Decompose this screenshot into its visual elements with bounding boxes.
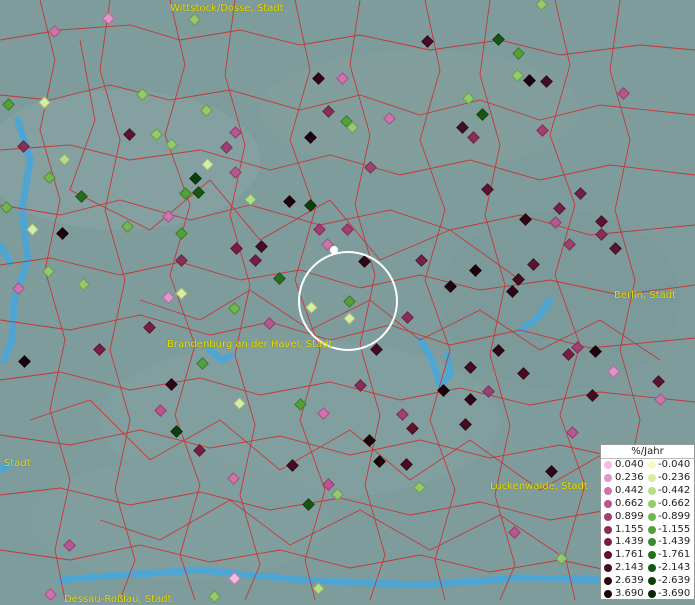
legend-label-negative: -3.690 xyxy=(658,588,691,599)
legend-row: 1.439 -1.439 xyxy=(601,536,695,548)
legend-swatch-negative xyxy=(648,525,656,534)
legend-label-positive: 1.439 xyxy=(615,536,644,548)
legend-label-positive: 0.236 xyxy=(615,471,644,483)
legend-row: 0.662 -0.662 xyxy=(601,498,695,510)
legend-label-positive: 0.899 xyxy=(615,510,644,522)
city-label-brandenburg: Brandenburg an der Havel, Stadt xyxy=(167,339,333,350)
legend-label-negative: -1.439 xyxy=(658,536,691,548)
legend-swatch-negative xyxy=(648,564,656,573)
legend-label-negative: -2.639 xyxy=(658,575,691,587)
legend-swatch-positive xyxy=(604,512,612,521)
legend-swatch-negative xyxy=(648,512,656,521)
selection-handle[interactable] xyxy=(330,246,338,254)
legend-row: 0.899 -0.899 xyxy=(601,511,695,523)
legend: %/Jahr 0.040 -0.040 0.236 -0.236 0.442 -0.442… xyxy=(600,444,695,600)
legend-label-positive: 2.143 xyxy=(615,562,644,574)
legend-label-positive: 1.155 xyxy=(615,523,644,535)
legend-swatch-negative xyxy=(648,486,656,495)
legend-label-positive: 0.442 xyxy=(615,484,644,496)
legend-row: 0.442 -0.442 xyxy=(601,485,695,497)
legend-swatch-positive xyxy=(604,486,612,495)
legend-label-negative: -0.236 xyxy=(658,471,691,483)
legend-label-positive: 2.639 xyxy=(615,575,644,587)
legend-label-negative: -0.442 xyxy=(658,484,691,496)
legend-label-negative: -2.143 xyxy=(658,562,691,574)
legend-swatch-positive xyxy=(604,525,612,534)
legend-swatch-negative xyxy=(648,538,656,547)
legend-label-positive: 0.040 xyxy=(615,459,644,470)
legend-swatch-positive xyxy=(604,564,612,573)
legend-label-negative: -1.761 xyxy=(658,549,691,561)
legend-row: 2.639 -2.639 xyxy=(601,575,695,587)
legend-row: 1.761 -1.761 xyxy=(601,549,695,561)
legend-swatch-negative xyxy=(648,551,656,560)
city-label-stadt: Stadt xyxy=(4,458,31,469)
legend-swatch-positive xyxy=(604,577,612,586)
legend-swatch-negative xyxy=(648,590,656,598)
legend-swatch-positive xyxy=(604,461,612,469)
legend-swatch-negative xyxy=(648,577,656,586)
legend-swatch-positive xyxy=(604,499,612,508)
legend-label-positive: 0.662 xyxy=(615,497,644,509)
legend-row: 0.236 -0.236 xyxy=(601,472,695,484)
legend-label-negative: -0.040 xyxy=(658,459,691,470)
city-label-wittstock: Wittstock/Dosse, Stadt xyxy=(170,3,284,14)
legend-label-positive: 3.690 xyxy=(615,588,644,599)
city-label-luckenwalde: Luckenwalde, Stadt xyxy=(490,481,588,492)
legend-row: 1.155 -1.155 xyxy=(601,524,695,536)
legend-label-negative: -1.155 xyxy=(658,523,691,535)
legend-title: %/Jahr xyxy=(601,445,694,459)
legend-row: 3.690 -3.690 xyxy=(601,588,695,600)
legend-swatch-negative xyxy=(648,461,656,469)
legend-swatch-positive xyxy=(604,551,612,560)
legend-row: 2.143 -2.143 xyxy=(601,562,695,574)
selection-circle[interactable] xyxy=(298,251,398,351)
legend-swatch-negative xyxy=(648,473,656,482)
legend-swatch-positive xyxy=(604,473,612,482)
legend-swatch-negative xyxy=(648,499,656,508)
legend-row: 0.040 -0.040 xyxy=(601,459,695,471)
legend-label-negative: -0.662 xyxy=(658,497,691,509)
legend-label-positive: 1.761 xyxy=(615,549,644,561)
legend-label-negative: -0.899 xyxy=(658,510,691,522)
legend-swatch-positive xyxy=(604,590,612,598)
city-label-berlin: Berlin, Stadt xyxy=(614,290,677,301)
legend-swatch-positive xyxy=(604,538,612,547)
